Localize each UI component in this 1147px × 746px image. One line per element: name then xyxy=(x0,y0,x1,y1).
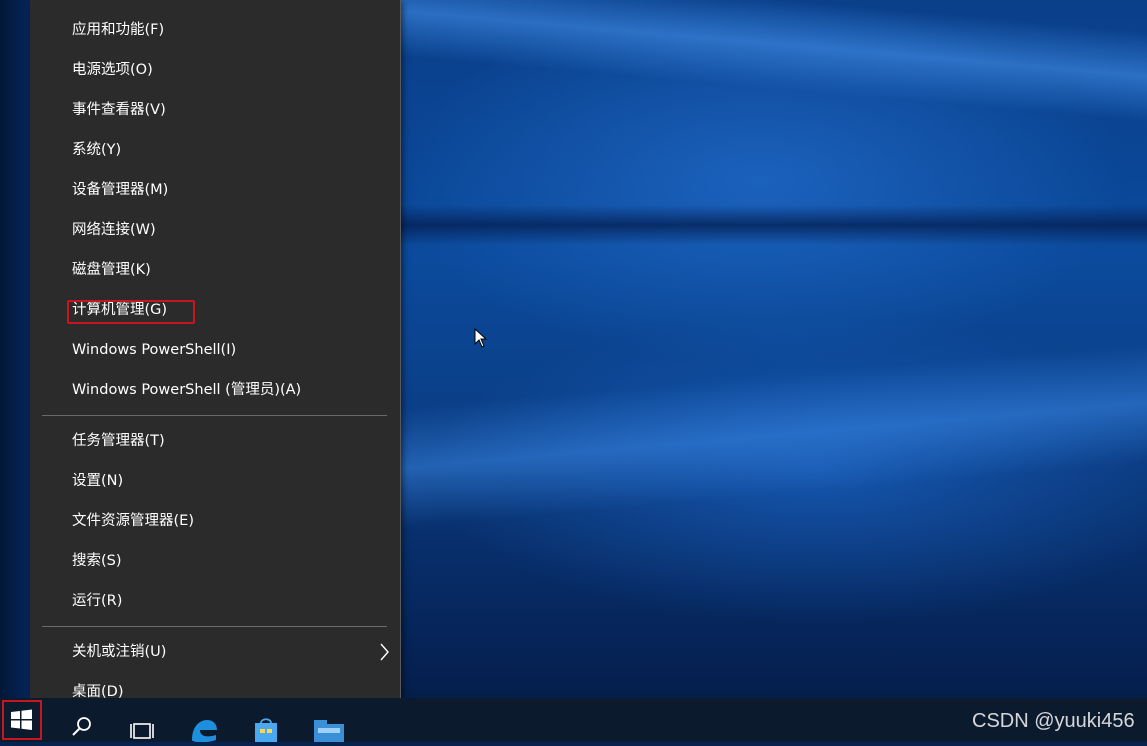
menu-item-disk-management[interactable]: 磁盘管理(K) xyxy=(30,250,400,290)
file-explorer-icon xyxy=(314,720,344,742)
menu-item-label: Windows PowerShell (管理员)(A) xyxy=(72,382,302,398)
menu-item-shutdown-signout[interactable]: 关机或注销(U) xyxy=(30,632,400,672)
start-button[interactable] xyxy=(2,700,42,742)
red-highlight-box xyxy=(2,700,42,740)
menu-item-label: 文件资源管理器(E) xyxy=(72,513,194,529)
menu-item-network-connections[interactable]: 网络连接(W) xyxy=(30,210,400,250)
menu-item-event-viewer[interactable]: 事件查看器(V) xyxy=(30,90,400,130)
watermark-text: CSDN @yuuki456 xyxy=(972,710,1135,732)
wallpaper-dark-band xyxy=(400,205,1147,245)
menu-item-powershell-admin[interactable]: Windows PowerShell (管理员)(A) xyxy=(30,370,400,410)
search-icon xyxy=(72,717,91,736)
menu-item-label: 网络连接(W) xyxy=(72,222,156,238)
task-view-icon xyxy=(130,723,154,739)
menu-item-settings[interactable]: 设置(N) xyxy=(30,461,400,501)
store-button[interactable] xyxy=(246,704,286,742)
wallpaper-light-beam xyxy=(326,0,1147,129)
menu-item-label: 磁盘管理(K) xyxy=(72,262,151,278)
search-button[interactable] xyxy=(62,704,102,742)
edge-button[interactable] xyxy=(184,704,224,743)
menu-item-device-manager[interactable]: 设备管理器(M) xyxy=(30,170,400,210)
menu-item-label: 应用和功能(F) xyxy=(72,22,165,38)
mouse-pointer-icon xyxy=(474,328,488,348)
chevron-right-icon xyxy=(380,643,389,661)
wallpaper-light-beam xyxy=(374,338,1147,530)
file-explorer-button[interactable] xyxy=(308,704,348,742)
winx-context-menu: 应用和功能(F) 电源选项(O) 事件查看器(V) 系统(Y) 设备管理器(M)… xyxy=(30,0,401,722)
menu-item-label: 系统(Y) xyxy=(72,142,122,158)
menu-item-label: 关机或注销(U) xyxy=(72,644,167,660)
menu-item-file-explorer[interactable]: 文件资源管理器(E) xyxy=(30,501,400,541)
menu-item-powershell[interactable]: Windows PowerShell(I) xyxy=(30,330,400,370)
menu-item-power-options[interactable]: 电源选项(O) xyxy=(30,50,400,90)
store-icon xyxy=(255,718,277,742)
menu-item-label: 事件查看器(V) xyxy=(72,102,166,118)
menu-item-run[interactable]: 运行(R) xyxy=(30,581,400,621)
menu-item-label: Windows PowerShell(I) xyxy=(72,342,237,358)
menu-item-apps-features[interactable]: 应用和功能(F) xyxy=(30,10,400,50)
menu-item-label: 电源选项(O) xyxy=(72,62,153,78)
menu-item-task-manager[interactable]: 任务管理器(T) xyxy=(30,421,400,461)
menu-separator xyxy=(42,626,387,627)
red-highlight-box xyxy=(67,300,195,324)
menu-item-label: 搜索(S) xyxy=(72,553,122,569)
menu-item-label: 任务管理器(T) xyxy=(72,433,165,449)
menu-item-label: 运行(R) xyxy=(72,593,123,609)
task-view-button[interactable] xyxy=(122,704,162,742)
menu-item-label: 设备管理器(M) xyxy=(72,182,169,198)
menu-separator xyxy=(42,415,387,416)
menu-item-system[interactable]: 系统(Y) xyxy=(30,130,400,170)
menu-item-search[interactable]: 搜索(S) xyxy=(30,541,400,581)
menu-item-label: 设置(N) xyxy=(72,473,124,489)
edge-icon xyxy=(192,720,217,743)
